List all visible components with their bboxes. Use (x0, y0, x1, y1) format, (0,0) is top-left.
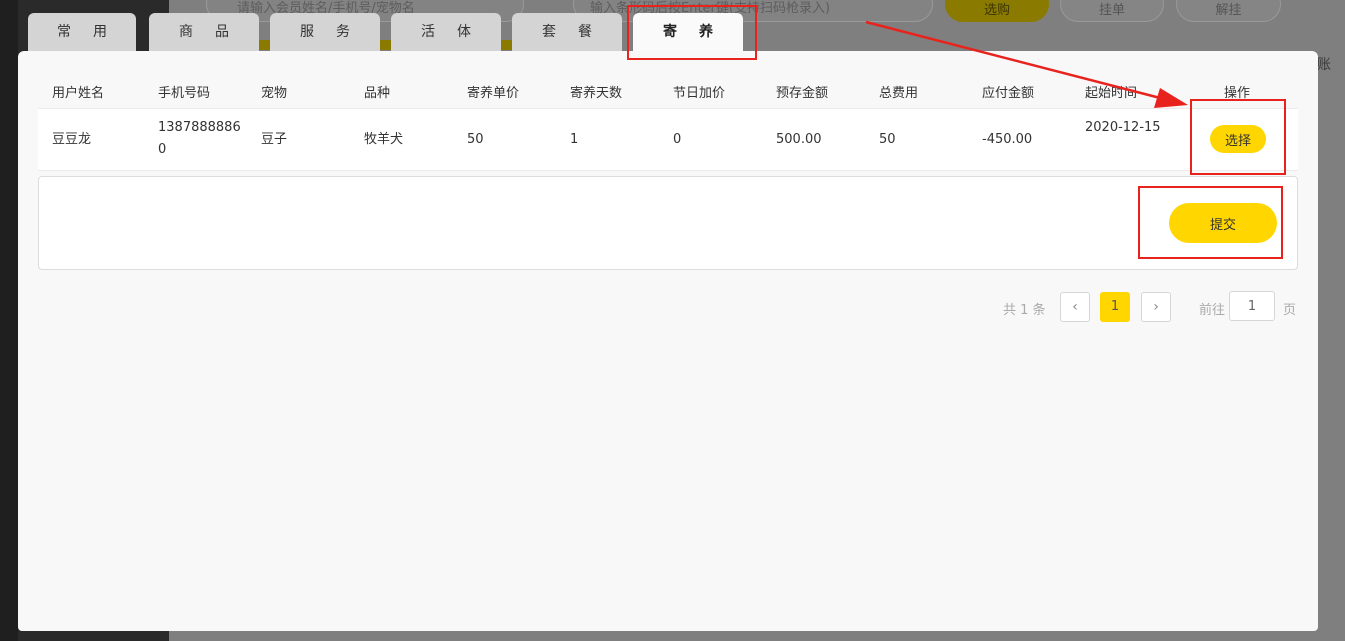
cell-days: 1 (570, 132, 579, 147)
cell-start-time: 2020-12-15 (1085, 120, 1161, 135)
col-header-breed: 品种 (364, 86, 391, 101)
bg-unhang-button: 解挂 (1176, 0, 1281, 22)
col-header-name: 用户姓名 (52, 86, 105, 101)
tab-services[interactable]: 服务 (270, 13, 380, 51)
chevron-right-icon: › (1153, 299, 1159, 315)
cell-total: 50 (879, 132, 896, 147)
next-page-button[interactable]: › (1141, 292, 1171, 322)
app-sidebar (0, 0, 18, 641)
col-header-deposit: 预存金额 (776, 86, 829, 101)
page-label: 页 (1283, 303, 1297, 318)
pagination-total: 共 1 条 (1003, 303, 1046, 318)
goto-page-input[interactable] (1229, 291, 1275, 321)
cell-name: 豆豆龙 (52, 132, 92, 147)
cell-holiday-extra: 0 (673, 132, 682, 147)
page-number-current[interactable]: 1 (1100, 292, 1130, 322)
col-header-total: 总费用 (879, 86, 919, 101)
col-header-holiday-extra: 节日加价 (673, 86, 726, 101)
col-header-payable: 应付金额 (982, 86, 1035, 101)
cell-breed: 牧羊犬 (364, 132, 404, 147)
bg-hang-button: 挂单 (1060, 0, 1164, 22)
cell-deposit: 500.00 (776, 132, 822, 147)
annotation-box-boarding-tab (627, 5, 757, 60)
table-row: 豆豆龙 13878888860 豆子 牧羊犬 50 1 0 500.00 50 … (38, 109, 1298, 171)
col-header-phone: 手机号码 (158, 86, 211, 101)
boarding-table: 用户姓名 手机号码 宠物 品种 寄养单价 寄养天数 节日加价 预存金额 总费用 … (38, 73, 1298, 171)
bg-select-button: 选购 (945, 0, 1049, 22)
annotation-box-select-button (1190, 99, 1286, 175)
goto-label: 前往 (1199, 303, 1226, 318)
col-header-unit-price: 寄养单价 (467, 86, 520, 101)
table-header: 用户姓名 手机号码 宠物 品种 寄养单价 寄养天数 节日加价 预存金额 总费用 … (38, 73, 1298, 109)
col-header-days: 寄养天数 (570, 86, 623, 101)
prev-page-button[interactable]: ‹ (1060, 292, 1090, 322)
cell-pet: 豆子 (261, 132, 288, 147)
bg-side-text: 账 (1317, 57, 1331, 73)
col-header-start-time: 起始时间 (1085, 86, 1138, 101)
tab-live-pets[interactable]: 活体 (391, 13, 501, 51)
cell-payable: -450.00 (982, 132, 1033, 147)
col-header-pet: 宠物 (261, 86, 288, 101)
tab-goods[interactable]: 商品 (149, 13, 259, 51)
annotation-box-submit-button (1138, 186, 1283, 259)
boarding-modal: 用户姓名 手机号码 宠物 品种 寄养单价 寄养天数 节日加价 预存金额 总费用 … (18, 51, 1318, 631)
cell-phone: 13878888860 (158, 120, 241, 157)
tab-packages[interactable]: 套餐 (512, 13, 622, 51)
tab-common[interactable]: 常用 (28, 13, 136, 51)
chevron-left-icon: ‹ (1072, 299, 1078, 315)
cell-unit-price: 50 (467, 132, 484, 147)
submit-panel: 提交 (38, 176, 1298, 270)
